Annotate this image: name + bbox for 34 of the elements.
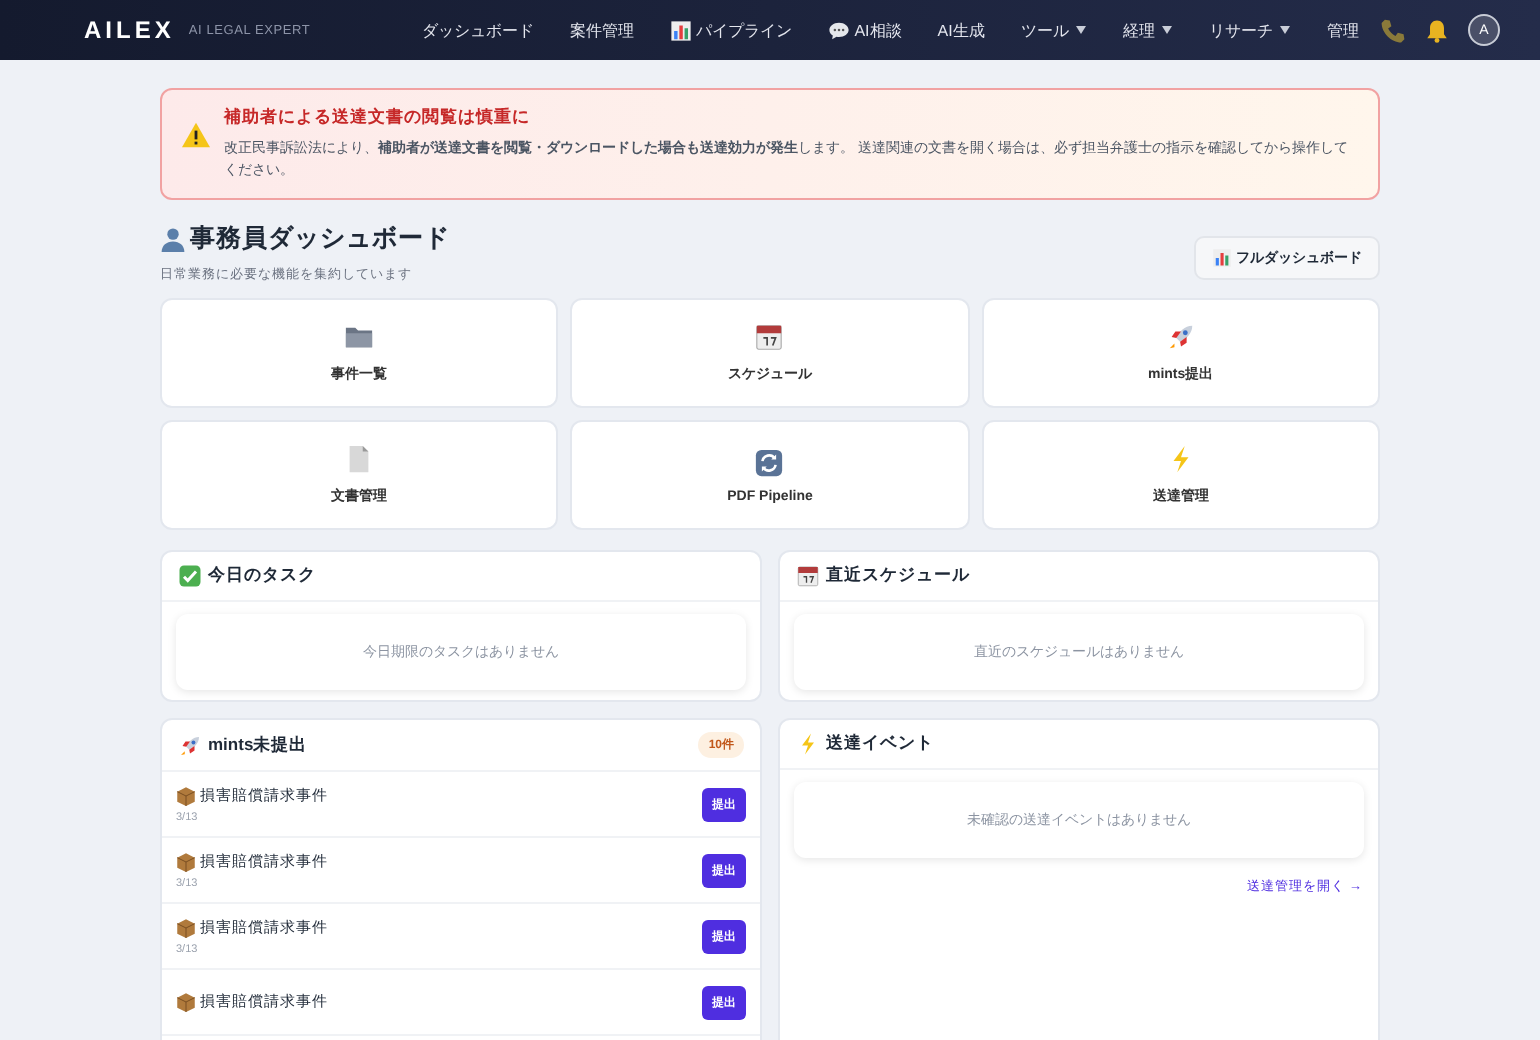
page-title: 事務員ダッシュボード xyxy=(190,222,450,256)
panel-title: 今日のタスク xyxy=(208,564,316,588)
package-icon xyxy=(176,851,196,871)
rocket-icon xyxy=(178,733,202,757)
panel-title: 送達イベント xyxy=(826,732,934,756)
logo[interactable]: AILEX xyxy=(84,16,175,44)
checkmark-icon xyxy=(178,564,202,588)
panel-title: mints未提出 xyxy=(208,733,308,757)
bell-icon[interactable] xyxy=(1424,17,1450,43)
phone-icon[interactable] xyxy=(1380,17,1406,43)
speech-bubble-icon xyxy=(828,19,851,41)
rocket-icon xyxy=(1165,322,1196,352)
package-icon xyxy=(176,785,196,805)
nav-link[interactable]: パイプライン xyxy=(670,19,793,41)
package-icon xyxy=(176,992,196,1012)
bar-chart-icon xyxy=(670,19,693,41)
warning-icon xyxy=(182,122,210,148)
bar-chart-icon xyxy=(1212,248,1232,268)
nav-link[interactable]: ツール xyxy=(1020,19,1087,41)
folder-icon xyxy=(344,322,375,352)
sync-icon xyxy=(754,447,785,477)
panel-title: 直近スケジュール xyxy=(826,564,970,588)
person-icon xyxy=(160,226,186,252)
nav-link[interactable]: 案件管理 xyxy=(570,19,635,41)
nav-link[interactable]: 経理 xyxy=(1122,19,1173,41)
calendar-icon xyxy=(754,322,785,352)
nav-link[interactable]: 管理 xyxy=(1326,19,1359,41)
nav-link[interactable]: リサーチ xyxy=(1208,19,1291,41)
nav-link[interactable]: AI相談 xyxy=(828,19,902,41)
package-icon xyxy=(176,917,196,937)
nav-link[interactable]: AI生成 xyxy=(937,19,985,41)
warning-title: 補助者による送達文書の閲覧は慎重に xyxy=(224,106,532,130)
calendar-icon xyxy=(796,564,820,588)
nav-link[interactable]: ダッシュボード xyxy=(422,19,535,41)
